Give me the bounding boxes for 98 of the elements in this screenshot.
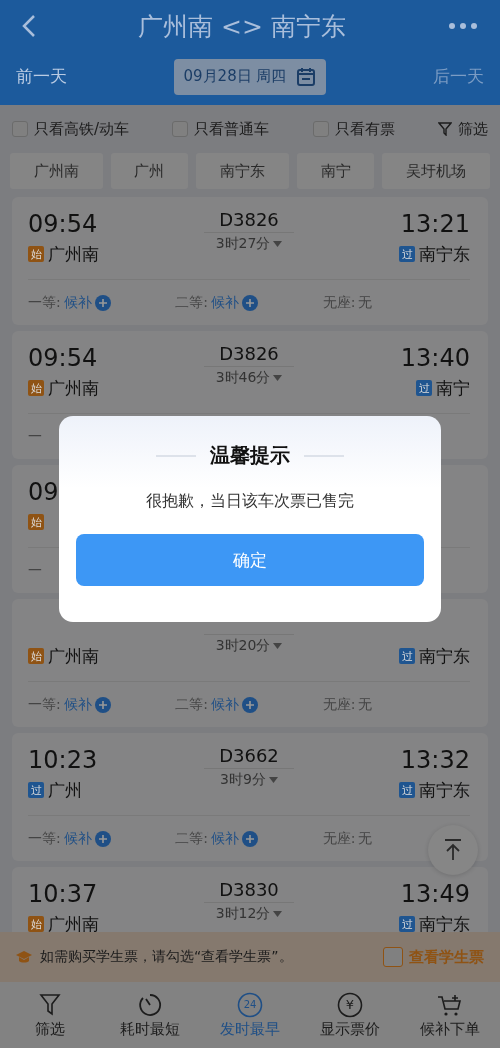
station-chip[interactable]: 广州南	[10, 153, 103, 189]
nav-tab[interactable]: 24 发时最早	[200, 991, 300, 1039]
seat-availability: 无	[358, 695, 373, 714]
caret-icon	[273, 375, 283, 381]
arrive-station: 南宁东	[419, 912, 470, 932]
graduation-cap-icon	[16, 950, 32, 964]
route-title: 广州南 <> 南宁东	[138, 10, 346, 43]
prev-day-link[interactable]: 前一天	[16, 65, 67, 88]
seat-class: 一等:	[28, 695, 61, 714]
timer-icon	[137, 991, 163, 1018]
filter-checkbox[interactable]: 只看普通车	[172, 119, 270, 139]
depart-time: 10:23	[28, 745, 98, 776]
dialog-message: 很抱歉，当日该车次票已售完	[146, 491, 354, 512]
filter-icon	[38, 991, 62, 1018]
nav-tab[interactable]: 耗时最短	[100, 991, 200, 1039]
student-ticket-notice: 如需购买学生票，请勾选“查看学生票”。	[40, 948, 293, 966]
date-picker[interactable]: 09月28日 周四	[173, 58, 327, 95]
arrive-station: 南宁东	[419, 644, 470, 668]
nav-tab[interactable]: 候补下单	[400, 991, 500, 1039]
seat-class: 无座:	[322, 293, 356, 312]
seat-availability: 无	[358, 293, 373, 312]
yen-icon: ¥	[337, 991, 363, 1018]
depart-station: 广州南	[48, 242, 99, 266]
train-number: D3826	[204, 207, 294, 233]
waitlist-link[interactable]: 候补	[211, 829, 259, 848]
depart-time: 09:54	[28, 209, 98, 240]
station-chip[interactable]: 南宁东	[196, 153, 289, 189]
depart-station: 广州南	[48, 912, 99, 932]
seat-availability: 无	[358, 829, 373, 848]
seat-class: 一	[28, 427, 42, 446]
train-number: D3662	[204, 743, 294, 769]
filter-button[interactable]: 筛选	[438, 119, 488, 139]
duration-toggle[interactable]: 3时20分	[215, 635, 283, 655]
depart-time: 09	[28, 477, 59, 508]
seat-class: 一等:	[28, 293, 61, 312]
plus-icon	[94, 294, 111, 311]
nav-tab[interactable]: ¥ 显示票价	[300, 991, 400, 1039]
plus-icon	[242, 696, 259, 713]
plus-icon	[94, 830, 111, 847]
waitlist-link[interactable]: 候补	[63, 293, 111, 312]
station-badge: 始	[28, 246, 44, 262]
station-badge: 过	[28, 782, 44, 798]
caret-icon	[273, 643, 283, 649]
arrive-time: 13:40	[400, 343, 470, 374]
waitlist-link[interactable]: 候补	[63, 829, 111, 848]
station-chip[interactable]: 南宁	[296, 153, 375, 189]
arrive-station: 南宁东	[419, 778, 470, 802]
station-badge: 过	[399, 246, 415, 262]
station-badge: 过	[416, 380, 432, 396]
waitlist-link[interactable]: 候补	[211, 293, 259, 312]
seat-class: 一	[28, 561, 42, 580]
confirm-button[interactable]: 确定	[76, 534, 424, 586]
arrive-time: 13:32	[400, 745, 470, 776]
seat-class: 一等:	[28, 829, 61, 848]
train-card[interactable]: 10:37 始 广州南 D3830 3时12分 13:49 过 南宁东	[12, 867, 488, 932]
train-number: D3826	[204, 341, 294, 367]
filter-checkbox[interactable]: 只看高铁/动车	[12, 119, 130, 139]
arrow-up-icon	[443, 839, 463, 861]
station-badge: 过	[399, 782, 415, 798]
duration-toggle[interactable]: 3时12分	[215, 903, 283, 923]
station-badge: 始	[28, 648, 44, 664]
arrive-time: 13:21	[400, 209, 470, 240]
train-number: D3830	[204, 877, 294, 903]
nav-tab[interactable]: 筛选	[0, 991, 100, 1039]
seat-class: 无座:	[322, 695, 356, 714]
caret-icon	[273, 911, 283, 917]
station-chip[interactable]: 吴圩机场	[382, 153, 490, 189]
caret-icon	[268, 777, 278, 783]
seat-class: 无座:	[322, 829, 356, 848]
station-chip[interactable]: 广州	[110, 153, 189, 189]
station-badge: 始	[28, 380, 44, 396]
more-button[interactable]	[448, 22, 478, 30]
station-badge: 过	[399, 916, 415, 932]
station-badge: 始	[28, 514, 44, 530]
plus-icon	[242, 294, 259, 311]
clock-icon: 24	[237, 991, 263, 1018]
arrive-station: 南宁	[436, 376, 470, 400]
plus-icon	[94, 696, 111, 713]
depart-station: 广州南	[48, 644, 99, 668]
waitlist-link[interactable]: 候补	[211, 695, 259, 714]
duration-toggle[interactable]: 3时27分	[215, 233, 283, 253]
depart-station: 广州南	[48, 376, 99, 400]
filter-icon	[438, 122, 452, 136]
caret-icon	[273, 241, 283, 247]
back-button[interactable]	[22, 14, 36, 38]
arrive-time: 13:49	[400, 879, 470, 910]
depart-station: 广州	[48, 778, 82, 802]
arrive-station: 南宁东	[419, 242, 470, 266]
plus-icon	[242, 830, 259, 847]
station-badge: 始	[28, 916, 44, 932]
waitlist-link[interactable]: 候补	[63, 695, 111, 714]
depart-time: 10:37	[28, 879, 98, 910]
depart-time: 09:54	[28, 343, 98, 374]
filter-checkbox[interactable]: 只看有票	[312, 119, 395, 139]
duration-toggle[interactable]: 3时9分	[220, 769, 278, 789]
calendar-icon	[296, 66, 317, 87]
station-badge: 过	[399, 648, 415, 664]
duration-toggle[interactable]: 3时46分	[215, 367, 283, 387]
